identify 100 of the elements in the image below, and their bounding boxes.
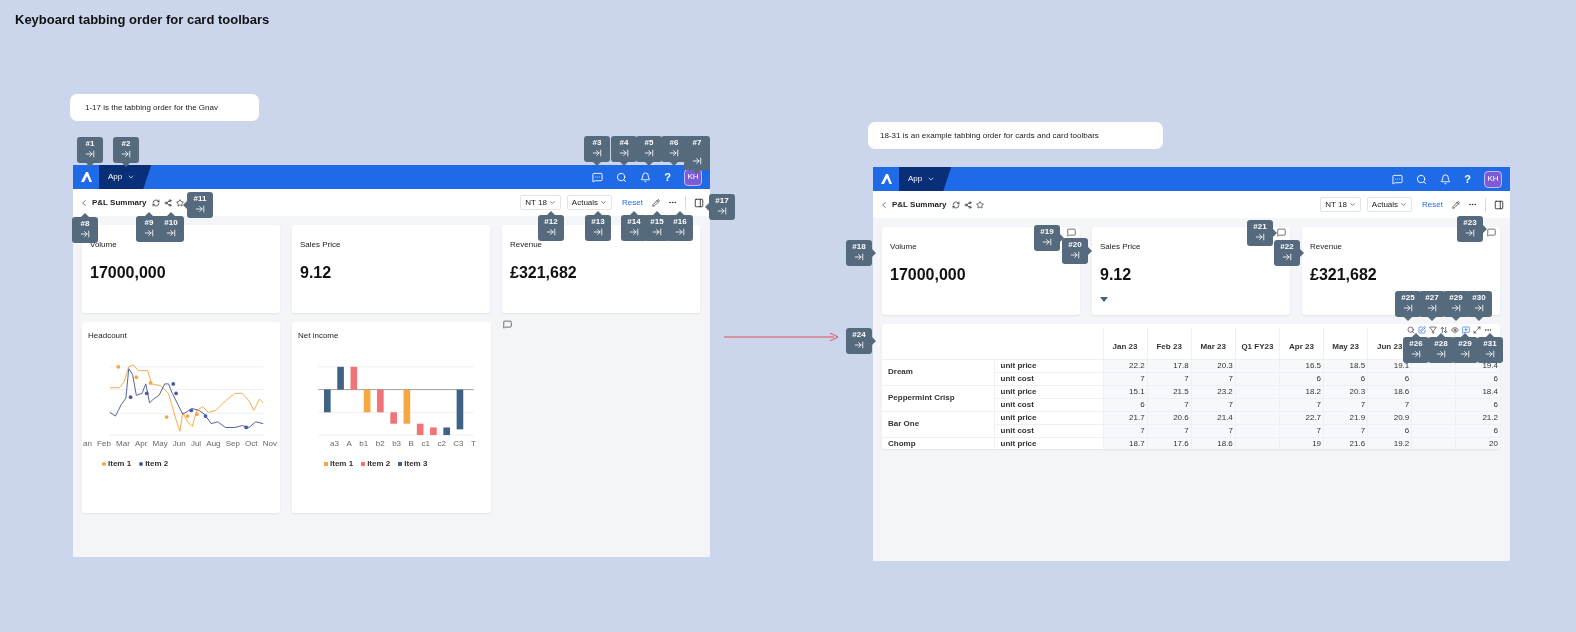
filter-icon[interactable] [1429, 326, 1437, 334]
table-cell: 6 [1493, 426, 1498, 435]
tab-key-icon [717, 206, 727, 216]
axis-label: May [152, 438, 168, 450]
chevron-down-icon [1400, 201, 1408, 208]
data-point [116, 364, 121, 369]
measure-label: unit cost [1000, 425, 1034, 435]
refresh-icon[interactable] [951, 200, 960, 209]
kpi-value: 9.12 [1100, 265, 1133, 285]
axis-label: Aug [206, 438, 221, 450]
add-comment-icon[interactable] [1462, 326, 1470, 334]
message-icon[interactable] [592, 171, 604, 183]
star-icon[interactable] [975, 200, 984, 209]
tab-key-icon [1042, 237, 1052, 247]
help-button[interactable]: ? [1464, 173, 1471, 185]
bar [324, 389, 331, 413]
sort-icon[interactable] [1440, 326, 1448, 334]
more-icon[interactable] [1484, 326, 1492, 334]
comment-icon[interactable] [1487, 228, 1496, 237]
kpi-card[interactable]: Sales Price 9.12 [292, 225, 490, 313]
tab-key-icon [692, 156, 702, 166]
tab-key-icon [166, 228, 176, 238]
search-icon[interactable] [1407, 326, 1415, 334]
legend-label: Item 1 [330, 458, 354, 470]
tab-key-icon [629, 227, 639, 237]
table-cell: 22.2 [1129, 361, 1145, 370]
search-icon[interactable] [1416, 173, 1428, 185]
bell-icon[interactable] [1440, 173, 1452, 185]
side-panel-icon[interactable] [1494, 199, 1504, 210]
app-switcher[interactable]: App [99, 165, 152, 189]
axis-label: B [408, 438, 414, 450]
tab-key-icon [1436, 349, 1446, 359]
comment-icon[interactable] [1067, 228, 1076, 237]
edit-icon[interactable] [1418, 326, 1426, 334]
reset-link[interactable]: Reset [1422, 198, 1443, 211]
annotation-note: 1-17 is the tabbing order for the Gnav [70, 94, 259, 121]
table-cell: 6 [1493, 400, 1498, 409]
back-icon[interactable] [79, 197, 89, 208]
axis-label: a3 [330, 438, 339, 450]
bar [456, 389, 464, 430]
table-cell: 21.2 [1482, 413, 1498, 422]
pencil-icon[interactable] [652, 198, 660, 207]
help-button[interactable]: ? [664, 171, 671, 183]
tab-key-icon [593, 227, 603, 237]
column-header: Jan 23 [1112, 341, 1138, 351]
back-icon[interactable] [879, 199, 889, 210]
callout-number: #17 [715, 196, 729, 205]
table-cell: 7 [1316, 400, 1322, 409]
more-icon[interactable] [668, 198, 677, 207]
chevron-down-icon [127, 173, 136, 181]
table-cell: 7 [1228, 426, 1233, 435]
card-title: Sales Price [1100, 241, 1141, 253]
callout-number: #7 [692, 138, 702, 147]
measure-label: unit price [1000, 438, 1037, 448]
filter-dropdown[interactable]: Actuals [566, 195, 613, 210]
user-avatar[interactable]: KH [1484, 170, 1502, 188]
data-point [148, 381, 153, 385]
table-cell: 19 [1312, 439, 1322, 448]
table-cell: 21.6 [1349, 439, 1366, 448]
kpi-value: 17000,000 [890, 265, 967, 285]
axis-label: A [346, 438, 352, 450]
data-point [164, 415, 169, 419]
side-panel-icon[interactable] [694, 197, 704, 208]
share-icon[interactable] [963, 200, 972, 209]
table-cell: 7 [1184, 400, 1189, 409]
message-icon[interactable] [1392, 173, 1404, 185]
bar [350, 366, 358, 390]
search-icon[interactable] [616, 171, 628, 183]
tab-key-icon [195, 204, 205, 214]
chevron-down-icon [600, 199, 608, 206]
comment-icon[interactable] [1277, 228, 1286, 237]
table-cell: 20.9 [1393, 413, 1410, 422]
app-switcher[interactable]: App [899, 167, 952, 191]
card-title: Revenue [510, 239, 543, 251]
share-icon[interactable] [163, 198, 172, 207]
page-heading: Keyboard tabbing order for card toolbars [15, 11, 270, 29]
row-group-label: Peppermint Crisp [888, 393, 955, 402]
table-cell: 15.1 [1129, 387, 1145, 396]
filter-dropdown[interactable]: NT 18 [520, 195, 561, 210]
eye-icon[interactable] [1451, 326, 1459, 334]
pencil-icon[interactable] [1452, 200, 1460, 209]
caret-down-icon [1100, 297, 1108, 302]
callout-number: #12 [544, 217, 558, 226]
kpi-card[interactable]: Volume 17000,000 [82, 225, 280, 313]
data-point [144, 391, 149, 396]
more-icon[interactable] [1468, 200, 1477, 209]
bell-icon[interactable] [640, 171, 652, 183]
callout-number: #11 [193, 194, 207, 203]
star-icon[interactable] [175, 198, 184, 207]
expand-icon[interactable] [1473, 326, 1481, 334]
refresh-icon[interactable] [151, 198, 160, 207]
axis-label: Oct [245, 438, 258, 450]
callout-number: #6 [669, 138, 679, 147]
table-cell: 7 [1360, 426, 1366, 435]
table-cell: 7 [1404, 400, 1410, 409]
filter-dropdown[interactable]: NT 18 [1320, 197, 1361, 212]
filter-dropdown[interactable]: Actuals [1366, 197, 1413, 212]
reset-link[interactable]: Reset [622, 196, 643, 209]
comment-icon[interactable] [503, 320, 512, 329]
table-cell: 7 [1140, 374, 1145, 383]
